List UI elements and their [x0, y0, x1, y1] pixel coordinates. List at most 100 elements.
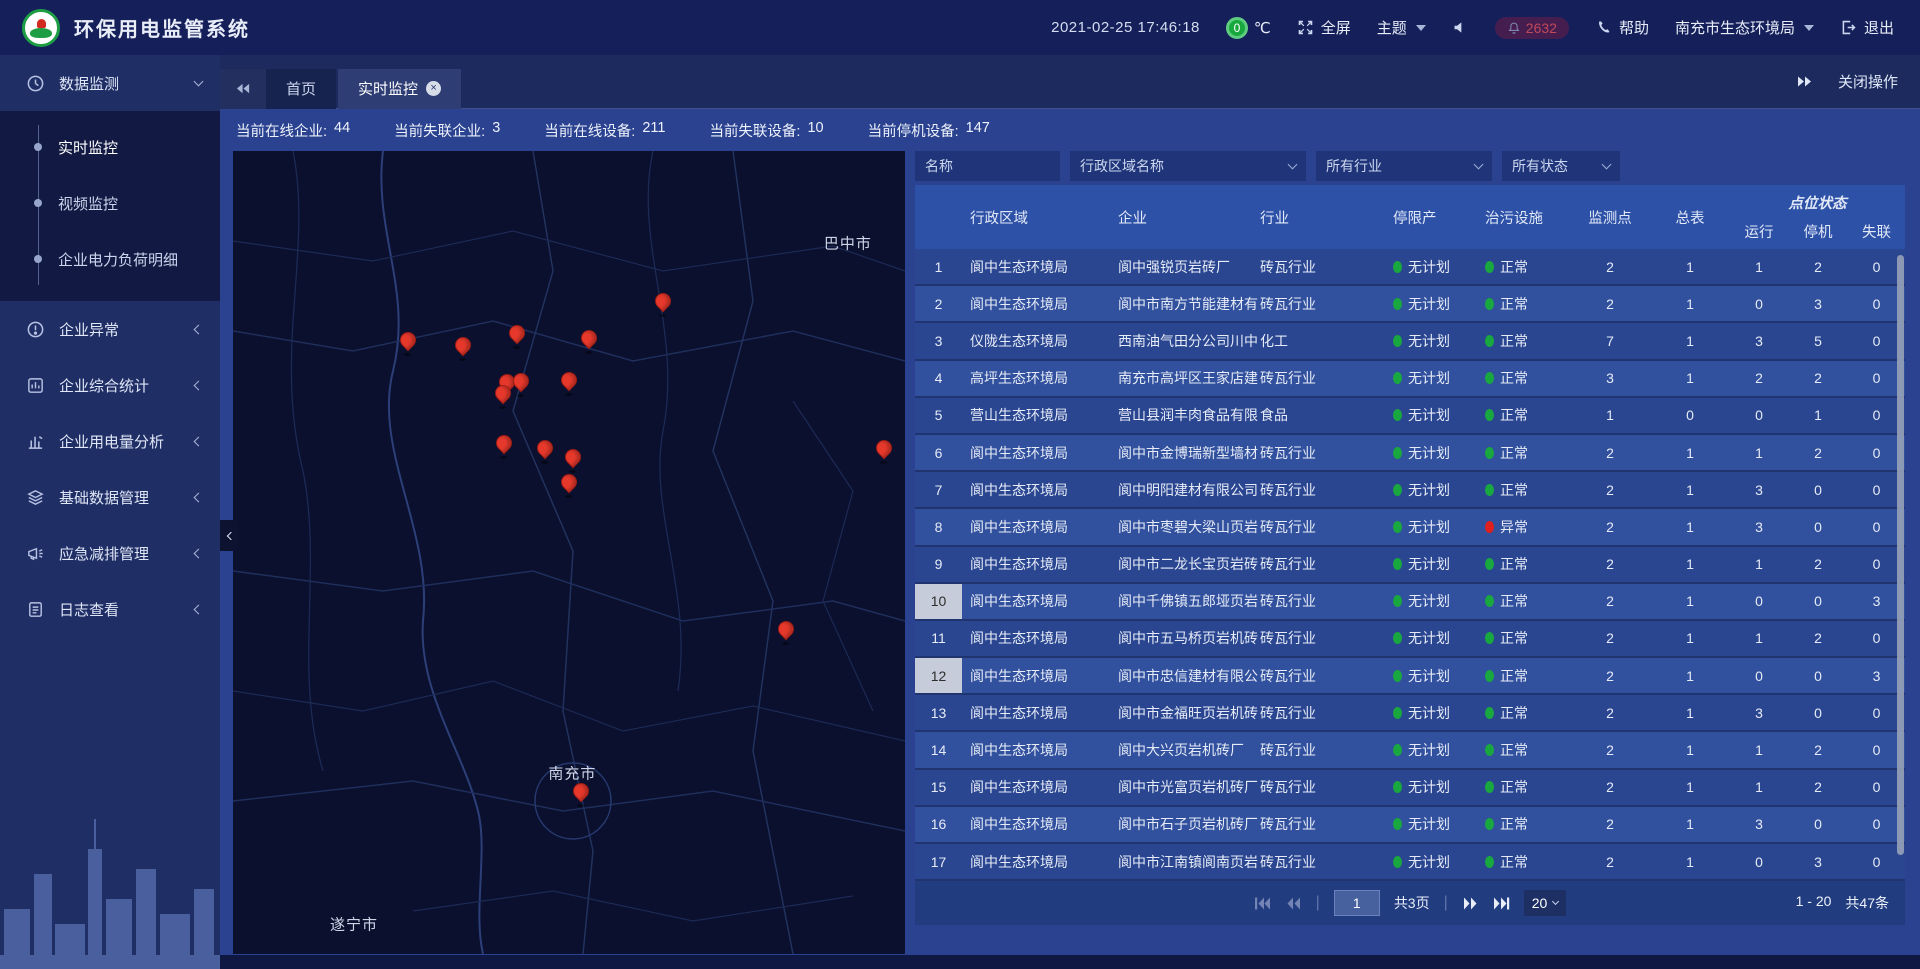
prev-page-button[interactable]: [1285, 896, 1302, 911]
table-row[interactable]: 4高坪生态环境局南充市高坪区王家店建砖瓦行业无计划正常31220: [915, 361, 1905, 398]
map-pin[interactable]: [511, 372, 529, 396]
sidebar-section-1[interactable]: 数据监测: [0, 55, 220, 111]
page-size-select[interactable]: 20: [1524, 890, 1567, 916]
table-row[interactable]: 5营山生态环境局营山县润丰肉食品有限食品无计划正常10010: [915, 398, 1905, 435]
table-row[interactable]: 15阆中生态环境局阆中市光富页岩机砖厂砖瓦行业无计划正常21120: [915, 770, 1905, 807]
map-pin[interactable]: [563, 448, 581, 472]
status-dot-icon: [1393, 261, 1402, 273]
table-row[interactable]: 3仪陇生态环境局西南油气田分公司川中化工无计划正常71350: [915, 323, 1905, 360]
table-row[interactable]: 9阆中生态环境局阆中市二龙长宝页岩砖砖瓦行业无计划正常21120: [915, 547, 1905, 584]
sidebar-section-4[interactable]: 企业用电量分析: [0, 413, 220, 469]
close-icon[interactable]: ×: [426, 81, 441, 96]
table-row[interactable]: 17阆中生态环境局阆中市江南镇阆南页岩砖瓦行业无计划正常21030: [915, 844, 1905, 881]
cell-company: 阆中市南方节能建材有: [1110, 286, 1258, 321]
map-pin[interactable]: [494, 434, 512, 458]
map-pin[interactable]: [559, 473, 577, 497]
first-page-button[interactable]: [1254, 896, 1271, 911]
sidebar-section-7[interactable]: 日志查看: [0, 581, 220, 637]
next-page-button[interactable]: [1462, 896, 1479, 911]
cell-run-count: 3: [1730, 323, 1788, 358]
cell-company: 阆中市光富页岩机砖厂: [1110, 770, 1258, 805]
status-select[interactable]: 所有状态: [1502, 151, 1620, 181]
map-pin[interactable]: [579, 329, 597, 353]
map-pin[interactable]: [571, 782, 589, 806]
organization-menu[interactable]: 南充市生态环境局: [1675, 17, 1814, 38]
mute-button[interactable]: [1452, 19, 1469, 36]
region-select[interactable]: 行政区域名称: [1070, 151, 1306, 181]
map-pin[interactable]: [535, 439, 553, 463]
name-search-input[interactable]: [915, 151, 1060, 181]
sidebar-subitem-label: 视频监控: [58, 193, 118, 214]
tabs-scroll-right-button[interactable]: [1796, 75, 1812, 88]
cell-company: 阆中强锐页岩砖厂: [1110, 249, 1258, 284]
limit-status-text: 无计划: [1408, 405, 1450, 425]
map-pin[interactable]: [507, 324, 525, 348]
limit-status-text: 无计划: [1408, 368, 1450, 388]
chevron-down-icon: [194, 76, 204, 86]
cell-stop-count: 2: [1788, 770, 1848, 805]
fullscreen-button[interactable]: 全屏: [1297, 17, 1351, 38]
pagination-bar: | 1 共3页 | 2: [915, 881, 1905, 925]
table-scrollbar[interactable]: [1897, 255, 1904, 855]
content-area: 当前在线企业:44当前失联企业:3当前在线设备:211当前失联设备:10当前停机…: [220, 109, 1920, 969]
page-number-input[interactable]: 1: [1334, 890, 1380, 916]
cell-limit-status: 无计划: [1385, 286, 1477, 321]
alert-circle-icon: [26, 320, 45, 339]
cell-company: 阆中千佛镇五郎垭页岩: [1110, 584, 1258, 619]
cell-industry: 砖瓦行业: [1258, 732, 1385, 767]
megaphone-icon: [26, 544, 45, 563]
app-root: 环保用电监管系统 2021-02-25 17:46:18 0 ℃ 全屏 主题: [0, 0, 1920, 969]
table-row[interactable]: 16阆中生态环境局阆中市石子页岩机砖厂砖瓦行业无计划正常21300: [915, 807, 1905, 844]
tabs-scroll-left-button[interactable]: [220, 69, 266, 109]
table-row[interactable]: 8阆中生态环境局阆中市枣碧大梁山页岩砖瓦行业无计划异常21300: [915, 509, 1905, 546]
table-row[interactable]: 12阆中生态环境局阆中市忠信建材有限公砖瓦行业无计划正常21003: [915, 658, 1905, 695]
table-row[interactable]: 7阆中生态环境局阆中明阳建材有限公司砖瓦行业无计划正常21300: [915, 472, 1905, 509]
help-button[interactable]: 帮助: [1595, 17, 1649, 38]
map-pin[interactable]: [776, 620, 794, 644]
sidebar-section-3[interactable]: 企业综合统计: [0, 357, 220, 413]
sidebar-section-2[interactable]: 企业异常: [0, 301, 220, 357]
map-pin[interactable]: [653, 292, 671, 316]
sidebar-subitem-1[interactable]: 实时监控: [0, 119, 220, 175]
close-operations-button[interactable]: 关闭操作: [1838, 71, 1898, 92]
temperature-widget: 0 ℃: [1226, 17, 1271, 39]
help-label: 帮助: [1619, 17, 1649, 38]
map-pin[interactable]: [398, 331, 416, 355]
table-row[interactable]: 13阆中生态环境局阆中市金福旺页岩机砖砖瓦行业无计划正常21300: [915, 695, 1905, 732]
tab-2[interactable]: 实时监控×: [338, 69, 461, 109]
map-pin[interactable]: [874, 439, 892, 463]
table-row[interactable]: 2阆中生态环境局阆中市南方节能建材有砖瓦行业无计划正常21030: [915, 286, 1905, 323]
cell-meter-count: 1: [1650, 658, 1730, 693]
table-row[interactable]: 10阆中生态环境局阆中千佛镇五郎垭页岩砖瓦行业无计划正常21003: [915, 584, 1905, 621]
sidebar-subitem-3[interactable]: 企业电力负荷明细: [0, 231, 220, 287]
sidebar-section-6[interactable]: 应急减排管理: [0, 525, 220, 581]
logout-button[interactable]: 退出: [1840, 17, 1894, 38]
facility-status-text: 正常: [1500, 405, 1528, 425]
table-row[interactable]: 14阆中生态环境局阆中大兴页岩机砖厂砖瓦行业无计划正常21120: [915, 732, 1905, 769]
table-row[interactable]: 11阆中生态环境局阆中市五马桥页岩机砖砖瓦行业无计划正常21120: [915, 621, 1905, 658]
cell-run-count: 0: [1730, 286, 1788, 321]
cell-facility-status: 异常: [1477, 509, 1570, 544]
table-row[interactable]: 1阆中生态环境局阆中强锐页岩砖厂砖瓦行业无计划正常21120: [915, 249, 1905, 286]
group-sub-headers: 运行停机失联: [1730, 221, 1905, 242]
limit-status-text: 无计划: [1408, 666, 1450, 686]
status-dot-icon: [1393, 372, 1402, 384]
range-label: 1 - 20: [1796, 893, 1832, 913]
map-pin[interactable]: [559, 371, 577, 395]
facility-status-text: 正常: [1500, 331, 1528, 351]
sidebar-collapse-button[interactable]: [220, 520, 239, 551]
last-page-button[interactable]: [1493, 896, 1510, 911]
theme-button[interactable]: 主题: [1377, 17, 1426, 38]
cell-region: 阆中生态环境局: [962, 509, 1110, 544]
table-row[interactable]: 6阆中生态环境局阆中市金博瑞新型墙材砖瓦行业无计划正常21120: [915, 435, 1905, 472]
map-panel[interactable]: 巴中市南充市遂宁市: [233, 151, 905, 954]
sidebar-section-5[interactable]: 基础数据管理: [0, 469, 220, 525]
industry-select[interactable]: 所有行业: [1316, 151, 1492, 181]
cell-run-count: 1: [1730, 732, 1788, 767]
sidebar-subitem-2[interactable]: 视频监控: [0, 175, 220, 231]
map-pin[interactable]: [493, 384, 511, 408]
tab-1[interactable]: 首页: [266, 69, 336, 109]
map-pin[interactable]: [453, 336, 471, 360]
cell-stop-count: 2: [1788, 547, 1848, 582]
notifications-badge[interactable]: 2632: [1495, 17, 1569, 39]
